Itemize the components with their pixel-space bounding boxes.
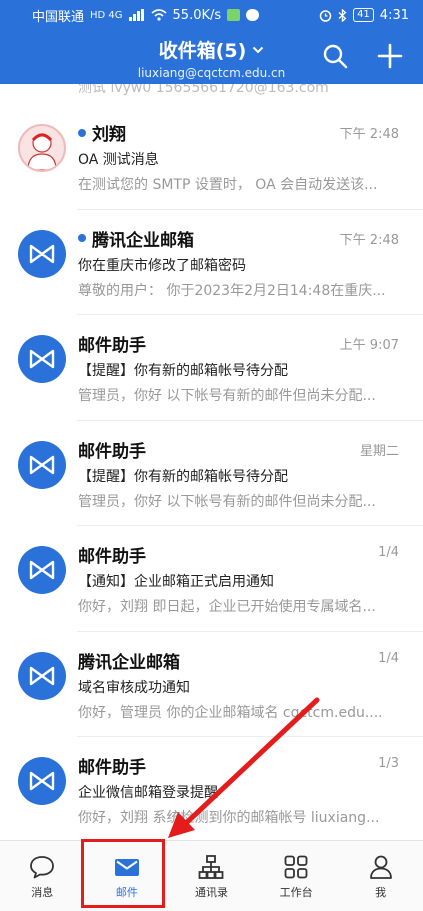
avatar — [18, 757, 66, 805]
mail-preview: 管理员，你好 以下帐号有新的邮件但尚未分配... — [78, 493, 376, 510]
mail-list-item[interactable]: 邮件助手 1/4 【通知】企业邮箱正式启用通知你好，刘翔 即日起，企业已开始使用专属… — [0, 526, 423, 632]
avatar — [18, 546, 66, 594]
app-header: 中国联通 HD 4G 55.0K/s 41 4:31 收件箱(5) liuxia… — [0, 0, 423, 84]
mail-sender-row: 腾讯企业邮箱 — [78, 226, 194, 251]
mail-sender: 刘翔 — [92, 125, 126, 145]
mail-list[interactable]: 测试 lvyw0 15655661720@163.com 刘翔 下午 2:48 OA… — [0, 84, 423, 840]
mail-sender: 邮件助手 — [78, 336, 146, 356]
mail-sender: 腾讯企业邮箱 — [92, 230, 194, 251]
tencent-mail-logo-icon — [29, 666, 55, 685]
mail-list-item[interactable]: 邮件助手 上午 9:07 【提醒】你有新的邮箱帐号待分配管理员，你好 以下帐号有新的… — [0, 315, 423, 421]
mail-sender-row: 刘翔 — [78, 120, 126, 145]
mail-sender: 邮件助手 — [78, 441, 146, 462]
avatar — [18, 651, 66, 700]
mail-preview: 在测试您的 SMTP 设置时， OA 会自动发送该... — [78, 177, 378, 193]
tab-me[interactable]: 我 — [338, 841, 423, 911]
annotation-highlight-box — [81, 839, 165, 908]
tencent-mail-logo-icon — [29, 349, 55, 369]
avatar — [18, 124, 66, 172]
search-icon[interactable] — [321, 42, 349, 70]
mail-list-item[interactable]: 邮件助手 1/3 企业微信邮箱登录提醒你好，刘翔 系统检测到你的邮箱帐号 liuxi… — [0, 737, 423, 840]
unread-dot-icon — [78, 128, 86, 137]
mail-subject: 【提醒】你有新的邮箱帐号待分配 — [78, 363, 288, 379]
mail-subject: 企业微信邮箱登录提醒 — [78, 785, 218, 801]
bluetooth-icon — [338, 8, 347, 22]
mail-list-item[interactable]: 邮件助手 星期二【提醒】你有新的邮箱帐号待分配管理员，你好 以下帐号有新的邮件但尚… — [0, 421, 423, 527]
mail-sender: 腾讯企业邮箱 — [78, 652, 180, 673]
wechat-notification-icon — [246, 9, 260, 21]
mail-preview: 你好，刘翔 系统检测到你的邮箱帐号 liuxiang... — [78, 810, 380, 826]
avatar — [18, 229, 66, 278]
org-chart-icon — [199, 855, 224, 879]
mail-sender-row: 邮件助手 — [78, 753, 146, 778]
mail-time: 上午 9:07 — [339, 338, 399, 353]
mail-time: 下午 2:48 — [339, 232, 399, 248]
person-icon — [369, 855, 392, 879]
tencent-mail-logo-icon — [29, 455, 55, 474]
status-time: 4:31 — [379, 7, 409, 23]
grid-icon — [284, 855, 308, 879]
signal-icon — [128, 9, 144, 21]
tab-workbench[interactable]: 工作台 — [254, 841, 339, 911]
mail-list-item[interactable]: 腾讯企业邮箱 1/4 域名审核成功通知你好，管理员 你的企业邮箱域名 cqctcm.… — [0, 632, 423, 738]
tab-label: 消息 — [31, 886, 54, 899]
mail-sender-row: 邮件助手 — [78, 542, 146, 567]
tencent-mail-logo-icon — [29, 771, 55, 791]
alarm-icon — [319, 9, 332, 22]
tab-messages[interactable]: 消息 — [0, 841, 85, 911]
carrier-label: 中国联通 — [32, 9, 85, 25]
title-bar: 收件箱(5) liuxiang@cqctcm.edu.cn — [0, 30, 423, 84]
tab-label: 我 — [375, 886, 387, 899]
mail-subject: 【通知】企业邮箱正式启用通知 — [78, 574, 274, 590]
user-avatar-photo — [27, 133, 57, 170]
mail-time: 1/4 — [378, 650, 399, 666]
bottom-tab-bar: 消息 邮件 通讯录 工作台 我 — [0, 840, 423, 911]
mail-list-item[interactable]: 腾讯企业邮箱 下午 2:48 你在重庆市修改了邮箱密码尊敬的用户： 你于2023年2… — [0, 210, 423, 316]
mail-subject: 域名审核成功通知 — [78, 679, 190, 696]
mail-time: 下午 2:48 — [339, 127, 399, 142]
partial-list-item[interactable]: 测试 lvyw0 15655661720@163.com — [0, 84, 423, 104]
mail-sender: 邮件助手 — [78, 547, 146, 567]
mail-preview: 尊敬的用户： 你于2023年2月2日14:48在重庆... — [78, 282, 386, 299]
account-email: liuxiang@cqctcm.edu.cn — [137, 66, 286, 80]
mail-time: 1/4 — [378, 545, 399, 560]
mail-time: 星期二 — [359, 443, 399, 459]
mail-sender: 邮件助手 — [78, 758, 146, 778]
compose-plus-icon[interactable] — [376, 42, 404, 70]
app-notification-icon — [227, 9, 241, 21]
chevron-down-icon — [253, 46, 264, 53]
avatar — [18, 335, 66, 383]
chat-bubble-icon — [30, 856, 55, 879]
tencent-mail-logo-icon — [29, 244, 55, 263]
tencent-mail-logo-icon — [29, 560, 55, 580]
mail-sender-row: 邮件助手 — [78, 331, 146, 356]
status-bar: 中国联通 HD 4G 55.0K/s 41 4:31 — [0, 0, 423, 30]
tab-label: 工作台 — [279, 886, 313, 899]
network-indicator: HD 4G — [90, 9, 123, 21]
battery-level: 41 — [353, 8, 374, 22]
mail-time: 1/3 — [378, 756, 399, 771]
tab-contacts[interactable]: 通讯录 — [169, 841, 254, 911]
mail-preview: 你好，刘翔 即日起，企业已开始使用专属域名... — [78, 599, 376, 615]
avatar — [18, 440, 66, 489]
mail-subject: 你在重庆市修改了邮箱密码 — [78, 257, 246, 274]
unread-dot-icon — [78, 234, 86, 242]
mailbox-switcher[interactable]: 收件箱(5) — [159, 36, 265, 63]
mail-subject: OA 测试消息 — [78, 152, 159, 168]
mail-subject: 【提醒】你有新的邮箱帐号待分配 — [78, 468, 288, 485]
partial-preview: 测试 lvyw0 15655661720@163.com — [78, 84, 329, 96]
wifi-icon — [151, 9, 167, 21]
tab-label: 通讯录 — [194, 886, 228, 899]
mail-sender-row: 邮件助手 — [78, 437, 146, 462]
mail-list-item[interactable]: 刘翔 下午 2:48 OA 测试消息在测试您的 SMTP 设置时， OA 会自动发送… — [0, 104, 423, 210]
network-speed: 55.0K/s — [172, 7, 222, 23]
mailbox-title: 收件箱(5) — [158, 40, 247, 62]
mail-sender-row: 腾讯企业邮箱 — [78, 648, 180, 673]
mail-preview: 管理员，你好 以下帐号有新的邮件但尚未分配... — [78, 388, 376, 404]
mail-preview: 你好，管理员 你的企业邮箱域名 cqctcm.edu.... — [78, 704, 383, 721]
